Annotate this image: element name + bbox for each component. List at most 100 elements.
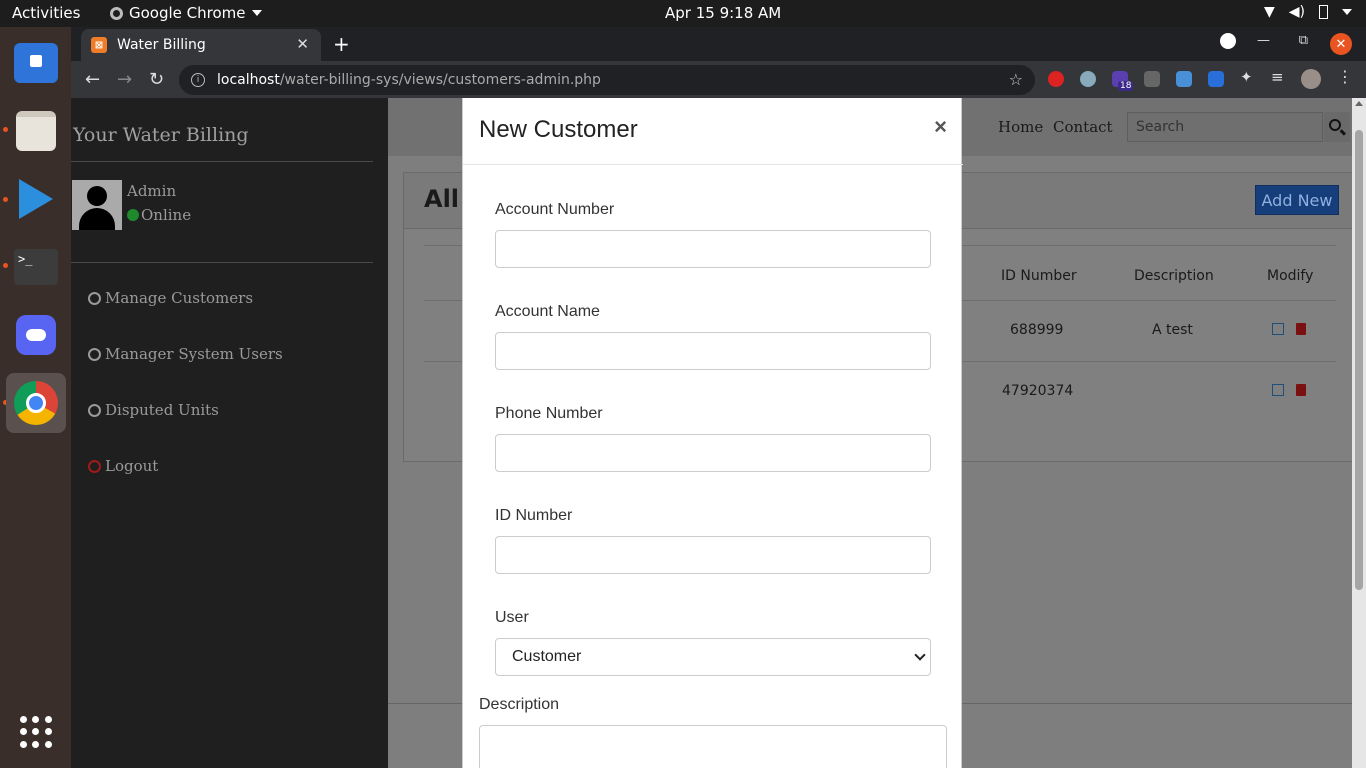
user-select-value: Customer [512, 648, 582, 665]
files-launcher[interactable] [6, 101, 66, 161]
add-new-button[interactable]: Add New [1255, 185, 1339, 215]
extension-circle-icon[interactable] [1080, 71, 1096, 87]
chrome-window: ⊠ Water Billing ✕ + — ⧉ ✕ ← → ↻ i localh… [71, 27, 1366, 768]
chevron-down-icon [251, 10, 262, 16]
system-tray[interactable]: ▼ ◀) [1264, 4, 1352, 20]
web-page: Your Water Billing Admin Online Manage C… [71, 98, 1366, 768]
sidebar-item-disputed-units[interactable]: Disputed Units [88, 401, 219, 419]
url-host: localhost [217, 72, 280, 88]
modal-header: New Customer × [463, 98, 963, 165]
address-bar[interactable]: i localhost /water-billing-sys/views/cus… [179, 65, 1035, 95]
user-name: Admin [127, 182, 177, 200]
search-button[interactable] [1324, 112, 1350, 142]
phone-number-field[interactable] [495, 434, 931, 472]
extension-cross-icon[interactable] [1176, 71, 1192, 87]
software-center-icon [14, 43, 58, 83]
extension-doc-icon[interactable] [1208, 71, 1224, 87]
url-path: /water-billing-sys/views/customers-admin… [279, 72, 601, 88]
id-number-label: ID Number [495, 507, 573, 524]
brand-title: Your Water Billing [73, 124, 249, 146]
circle-icon [88, 291, 101, 305]
account-number-label: Account Number [495, 201, 615, 218]
phone-number-label: Phone Number [495, 405, 603, 422]
browser-toolbar: ← → ↻ i localhost /water-billing-sys/vie… [71, 61, 1366, 98]
id-number-field[interactable] [495, 536, 931, 574]
reload-icon[interactable]: ↻ [149, 69, 164, 90]
window-close-icon[interactable]: ✕ [1330, 33, 1352, 55]
bookmark-star-icon[interactable]: ☆ [1009, 70, 1023, 89]
description-textarea[interactable] [479, 725, 947, 768]
extensions-puzzle-icon[interactable]: ✦ [1240, 68, 1256, 86]
user-label: User [495, 609, 529, 626]
chrome-small-icon [110, 6, 123, 20]
sidebar-item-manage-customers[interactable]: Manage Customers [88, 289, 253, 307]
cell-description: A test [1152, 322, 1193, 338]
tab-search-icon[interactable] [1220, 33, 1236, 49]
trash-icon[interactable] [1296, 384, 1306, 396]
divider [71, 161, 373, 162]
wifi-icon: ▼ [1263, 4, 1275, 20]
user-status-label: Online [141, 206, 192, 224]
tab-close-icon[interactable]: ✕ [296, 35, 309, 53]
account-name-field[interactable] [495, 332, 931, 370]
user-avatar [72, 180, 122, 230]
vscode-icon [19, 179, 53, 219]
edit-icon[interactable] [1272, 323, 1284, 335]
main-content: Home Contact Search All C Add New ID Num… [388, 98, 1366, 768]
sidebar-item-label: Manage Customers [105, 289, 254, 307]
media-queue-icon[interactable]: ≡ [1271, 68, 1287, 86]
nav-home-link[interactable]: Home [998, 118, 1043, 136]
gnome-top-bar: Activities Google Chrome Apr 15 9:18 AM … [0, 0, 1366, 27]
account-name-label: Account Name [495, 303, 600, 320]
column-header-description: Description [1134, 268, 1214, 284]
forward-icon[interactable]: → [117, 69, 132, 90]
edit-icon[interactable] [1272, 384, 1284, 396]
xampp-favicon-icon: ⊠ [91, 37, 107, 53]
tab-strip: ⊠ Water Billing ✕ + — ⧉ ✕ [71, 27, 1366, 61]
back-icon[interactable]: ← [85, 69, 100, 90]
sidebar-item-manage-system-users[interactable]: Manager System Users [88, 345, 283, 363]
tab-water-billing[interactable]: ⊠ Water Billing ✕ [81, 29, 321, 61]
profile-avatar[interactable] [1301, 69, 1321, 89]
column-header-id-number: ID Number [1001, 268, 1077, 284]
nav-contact-link[interactable]: Contact [1053, 118, 1113, 136]
sidebar-item-logout[interactable]: Logout [88, 457, 158, 475]
discord-launcher[interactable] [6, 305, 66, 365]
extension-badge-count: 18 [1118, 81, 1134, 91]
scrollbar-thumb[interactable] [1355, 130, 1363, 590]
site-info-icon[interactable]: i [191, 73, 205, 87]
page-scrollbar[interactable] [1352, 98, 1366, 768]
clock[interactable]: Apr 15 9:18 AM [665, 4, 781, 22]
account-number-field[interactable] [495, 230, 931, 268]
user-status: Online [127, 206, 191, 224]
terminal-icon: >_ [14, 249, 58, 285]
chrome-launcher[interactable] [6, 373, 66, 433]
tab-title: Water Billing [117, 37, 206, 53]
scroll-up-icon[interactable] [1355, 101, 1363, 106]
software-center-launcher[interactable] [6, 33, 66, 93]
extension-adblock-icon[interactable] [1048, 71, 1064, 87]
show-applications-icon[interactable] [20, 716, 52, 748]
chevron-down-icon [1342, 9, 1352, 15]
kebab-menu-icon[interactable]: ⋮ [1337, 67, 1353, 86]
activities-button[interactable]: Activities [12, 4, 80, 22]
sidebar-item-label: Manager System Users [105, 345, 283, 363]
circle-icon [88, 403, 101, 417]
terminal-launcher[interactable]: >_ [6, 237, 66, 297]
chevron-down-icon [914, 649, 926, 661]
chrome-icon [14, 381, 58, 425]
restore-icon[interactable]: ⧉ [1299, 33, 1308, 48]
app-menu-label: Google Chrome [129, 4, 246, 22]
trash-icon[interactable] [1296, 323, 1306, 335]
minimize-icon[interactable]: — [1257, 33, 1270, 48]
battery-icon [1319, 5, 1328, 19]
app-menu[interactable]: Google Chrome [110, 4, 262, 22]
new-tab-button[interactable]: + [333, 32, 350, 56]
vscode-launcher[interactable] [6, 169, 66, 229]
user-select[interactable]: Customer [495, 638, 931, 676]
sidebar-item-label: Disputed Units [105, 401, 219, 419]
search-input[interactable]: Search [1127, 112, 1323, 142]
modal-close-button[interactable]: × [934, 114, 947, 140]
circle-icon [88, 459, 101, 473]
extension-screen-icon[interactable] [1144, 71, 1160, 87]
